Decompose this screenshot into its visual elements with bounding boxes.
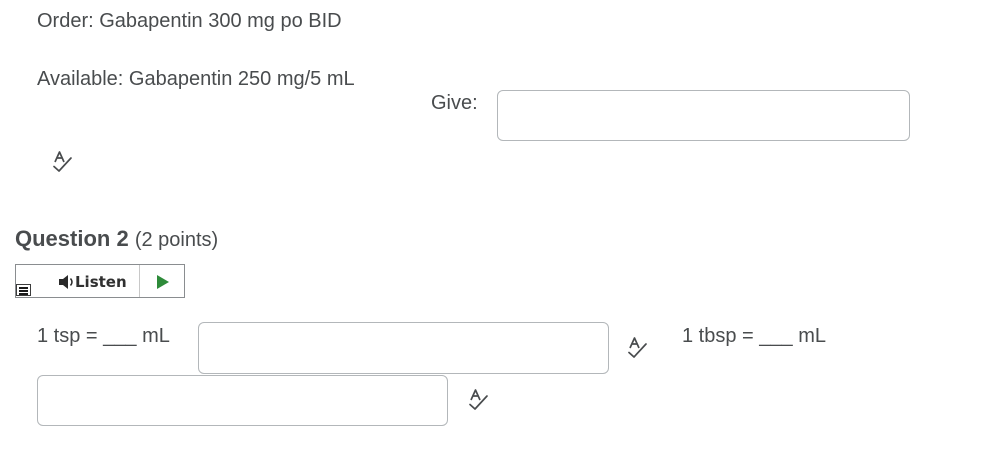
spellcheck-icon[interactable] bbox=[627, 336, 649, 360]
listen-divider bbox=[139, 265, 140, 297]
play-icon[interactable] bbox=[156, 275, 170, 289]
tsp-label: 1 tsp = ___ mL bbox=[37, 325, 170, 347]
listen-label[interactable]: Listen bbox=[75, 273, 127, 291]
question-points: (2 points) bbox=[134, 229, 219, 251]
spellcheck-icon[interactable] bbox=[468, 388, 490, 412]
question-number: Question 2 bbox=[15, 226, 129, 251]
give-input[interactable] bbox=[497, 90, 910, 141]
tbsp-input[interactable] bbox=[37, 375, 448, 426]
spellcheck-icon[interactable] bbox=[52, 150, 74, 174]
available-text: Available: Gabapentin 250 mg/5 mL bbox=[37, 68, 355, 90]
order-text: Order: Gabapentin 300 mg po BID bbox=[37, 10, 342, 32]
speaker-icon bbox=[59, 275, 73, 289]
give-label: Give: bbox=[431, 92, 478, 114]
menu-icon[interactable] bbox=[16, 284, 31, 296]
question-title: Question 2 (2 points) bbox=[15, 226, 218, 253]
tbsp-label: 1 tbsp = ___ mL bbox=[682, 325, 826, 347]
tsp-input[interactable] bbox=[198, 322, 609, 374]
listen-widget[interactable]: Listen bbox=[15, 264, 185, 298]
